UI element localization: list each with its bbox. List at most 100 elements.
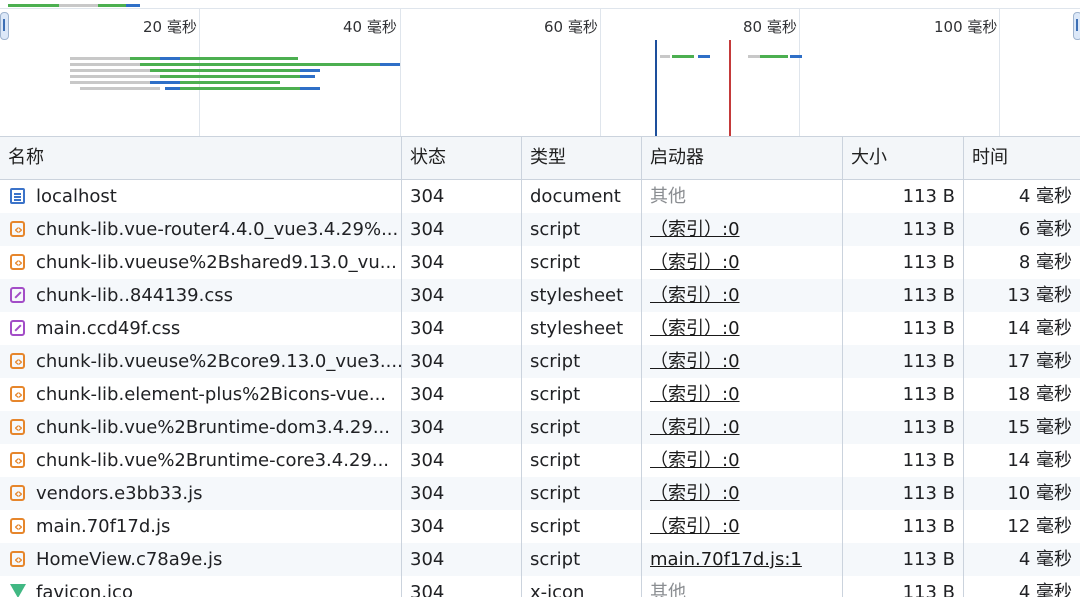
initiator-link[interactable]: （索引）:0 [650, 351, 740, 372]
initiator-link[interactable]: （索引）:0 [650, 516, 740, 537]
cell-time: 6 毫秒 [963, 213, 1080, 246]
grip-icon [1076, 19, 1078, 31]
resource-name: chunk-lib.vue%2Bruntime-dom3.4.29... [36, 417, 390, 438]
waterfall-bar [760, 55, 788, 58]
cell-initiator[interactable]: （索引）:0 [641, 411, 842, 444]
table-row[interactable]: main.ccd49f.css 304 stylesheet （索引）:0 113 B1… [0, 312, 1080, 345]
cell-size: 113 B [842, 180, 963, 213]
cell-time: 8 毫秒 [963, 246, 1080, 279]
waterfall-bar [126, 4, 140, 7]
cell-time: 14 毫秒 [963, 444, 1080, 477]
initiator-link[interactable]: （索引）:0 [650, 450, 740, 471]
initiator-link[interactable]: （索引）:0 [650, 285, 740, 306]
waterfall-bar [70, 69, 150, 72]
resource-name: chunk-lib.element-plus%2Bicons-vue... [36, 384, 387, 405]
stylesheet-icon [10, 320, 25, 336]
cell-status: 304 [401, 213, 521, 246]
table-row[interactable]: chunk-lib.vue-router4.4.0_vue3.4.29%...3… [0, 213, 1080, 246]
table-row[interactable]: chunk-lib.element-plus%2Bicons-vue... 304… [0, 378, 1080, 411]
cell-initiator[interactable]: （索引）:0 [641, 510, 842, 543]
cell-initiator[interactable]: （索引）:0 [641, 378, 842, 411]
script-icon [10, 544, 25, 576]
cell-status: 304 [401, 477, 521, 510]
cell-size: 113 B [842, 279, 963, 312]
cell-size: 113 B [842, 477, 963, 510]
tick-label: 40 毫秒 [343, 18, 397, 36]
column-header-initiator[interactable]: 启动器 [641, 137, 842, 179]
script-icon [10, 247, 25, 279]
column-header-type[interactable]: 类型 [521, 137, 641, 179]
waterfall-bar [300, 75, 315, 78]
cell-name: main.ccd49f.css [0, 312, 401, 345]
cell-initiator[interactable]: （索引）:0 [641, 345, 842, 378]
column-header-status[interactable]: 状态 [401, 137, 521, 179]
table-row[interactable]: localhost 304 document 其他 113 B4 毫秒 [0, 180, 1080, 213]
waterfall-bar [70, 63, 140, 66]
grid-line [400, 8, 401, 136]
range-handle-right[interactable] [1073, 12, 1080, 40]
grid-line [799, 8, 800, 136]
cell-initiator[interactable]: （索引）:0 [641, 246, 842, 279]
cell-initiator[interactable]: （索引）:0 [641, 444, 842, 477]
column-header-name[interactable]: 名称 [0, 137, 401, 179]
initiator-link[interactable]: （索引）:0 [650, 219, 740, 240]
cell-initiator[interactable]: （索引）:0 [641, 213, 842, 246]
grip-icon [3, 19, 5, 31]
waterfall-bar [8, 4, 63, 7]
column-header-size[interactable]: 大小 [842, 137, 963, 179]
network-overview[interactable]: 20 毫秒 40 毫秒 60 毫秒 80 毫秒 100 毫秒 [0, 0, 1080, 137]
table-header: 名称 状态 类型 启动器 大小 时间 [0, 137, 1080, 180]
waterfall-bar [180, 81, 280, 84]
initiator-text: 其他 [650, 186, 686, 207]
cell-initiator[interactable]: （索引）:0 [641, 477, 842, 510]
initiator-link[interactable]: （索引）:0 [650, 384, 740, 405]
waterfall-bar [70, 81, 160, 84]
table-row[interactable]: chunk-lib.vueuse%2Bshared9.13.0_vu...304… [0, 246, 1080, 279]
table-row[interactable]: chunk-lib.vue%2Bruntime-core3.4.29... 304… [0, 444, 1080, 477]
table-row[interactable]: chunk-lib.vueuse%2Bcore9.13.0_vue3....30… [0, 345, 1080, 378]
cell-time: 17 毫秒 [963, 345, 1080, 378]
initiator-link[interactable]: main.70f17d.js:1 [650, 549, 802, 570]
table-row[interactable]: HomeView.c78a9e.js 304script main.70f17d.j… [0, 543, 1080, 576]
waterfall-bar [165, 87, 180, 90]
cell-type: script [521, 444, 641, 477]
initiator-link[interactable]: （索引）:0 [650, 417, 740, 438]
cell-initiator[interactable]: （索引）:0 [641, 312, 842, 345]
cell-size: 113 B [842, 543, 963, 576]
cell-time: 18 毫秒 [963, 378, 1080, 411]
cell-time: 4 毫秒 [963, 180, 1080, 213]
cell-status: 304 [401, 576, 521, 597]
initiator-link[interactable]: （索引）:0 [650, 252, 740, 273]
cell-size: 113 B [842, 411, 963, 444]
waterfall-bar [98, 4, 126, 7]
range-handle-left[interactable] [0, 12, 9, 40]
cell-size: 113 B [842, 345, 963, 378]
vue-icon [10, 584, 26, 597]
tick-label: 60 毫秒 [544, 18, 598, 36]
cell-type: script [521, 246, 641, 279]
waterfall-bar [80, 87, 160, 90]
cell-size: 113 B [842, 213, 963, 246]
cell-size: 113 B [842, 246, 963, 279]
cell-name: chunk-lib.vueuse%2Bcore9.13.0_vue3.... [0, 345, 401, 378]
table-row[interactable]: chunk-lib.vue%2Bruntime-dom3.4.29... 304s… [0, 411, 1080, 444]
script-icon [10, 379, 25, 411]
initiator-link[interactable]: （索引）:0 [650, 483, 740, 504]
table-row[interactable]: favicon.ico 304 x-icon 其他 113 B4 毫秒 [0, 576, 1080, 597]
table-row[interactable]: main.70f17d.js 304script （索引）:0 113 B12 毫秒 [0, 510, 1080, 543]
initiator-link[interactable]: （索引）:0 [650, 318, 740, 339]
cell-initiator[interactable]: （索引）:0 [641, 279, 842, 312]
script-icon [10, 445, 25, 477]
table-row[interactable]: chunk-lib..844139.css 304 stylesheet （索引）:0… [0, 279, 1080, 312]
table-row[interactable]: vendors.e3bb33.js 304script （索引）:0 113 B10 … [0, 477, 1080, 510]
column-header-time[interactable]: 时间 [963, 137, 1080, 179]
cell-initiator[interactable]: main.70f17d.js:1 [641, 543, 842, 576]
cell-type: stylesheet [521, 279, 641, 312]
cell-status: 304 [401, 312, 521, 345]
cell-size: 113 B [842, 576, 963, 597]
waterfall-bar [140, 63, 340, 66]
resource-name: chunk-lib.vue-router4.4.0_vue3.4.29%... [36, 219, 399, 240]
grid-line [999, 8, 1000, 136]
script-icon [10, 412, 25, 444]
waterfall-bar [300, 69, 320, 72]
